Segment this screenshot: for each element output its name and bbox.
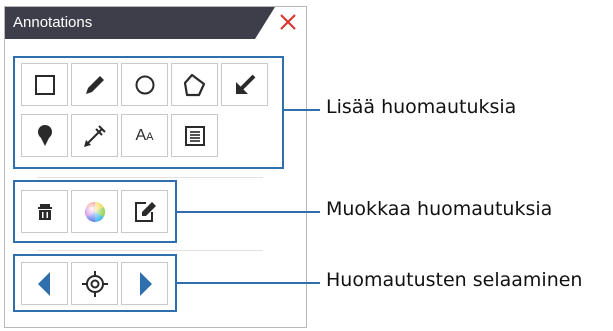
edit-button[interactable] xyxy=(121,190,168,233)
color-wheel-icon xyxy=(84,201,105,222)
delete-button[interactable] xyxy=(21,190,68,233)
next-icon xyxy=(139,271,152,296)
arrow-tool-button[interactable] xyxy=(221,63,268,106)
panel-title: Annotations xyxy=(13,14,93,31)
edit-icon xyxy=(134,201,156,222)
circle-icon xyxy=(135,75,154,94)
edit-annotations-group xyxy=(13,180,177,243)
add-annotations-group: AA xyxy=(13,56,284,169)
navigate-annotations-group xyxy=(13,254,177,312)
note-icon xyxy=(184,125,205,146)
close-button[interactable] xyxy=(271,9,303,37)
measure-icon xyxy=(83,124,106,147)
center-annotation-button[interactable] xyxy=(71,262,118,305)
text-icon: AA xyxy=(135,126,154,144)
previous-annotation-button[interactable] xyxy=(21,262,68,305)
note-tool-button[interactable] xyxy=(171,114,218,157)
pin-tool-button[interactable] xyxy=(21,114,68,157)
panel-titlebar: Annotations xyxy=(5,7,306,39)
polygon-icon xyxy=(183,73,205,96)
edit-annotations-leader xyxy=(176,211,320,213)
group-divider xyxy=(37,177,263,178)
navigate-annotations-callout: Huomautusten selaaminen xyxy=(326,269,583,291)
navigate-annotations-leader xyxy=(176,282,320,284)
pin-icon xyxy=(37,124,52,146)
polygon-tool-button[interactable] xyxy=(171,63,218,106)
next-annotation-button[interactable] xyxy=(121,262,168,305)
center-target-icon xyxy=(81,270,108,297)
previous-icon xyxy=(37,271,50,296)
rectangle-icon xyxy=(34,74,55,95)
pencil-icon xyxy=(85,75,104,94)
rectangle-tool-button[interactable] xyxy=(21,63,68,106)
close-icon xyxy=(280,14,296,30)
edit-annotations-callout: Muokkaa huomautuksia xyxy=(326,198,553,220)
annotations-panel: Annotations AA xyxy=(4,6,307,328)
color-button[interactable] xyxy=(71,190,118,233)
measure-tool-button[interactable] xyxy=(71,114,118,157)
pencil-tool-button[interactable] xyxy=(71,63,118,106)
arrow-icon xyxy=(235,74,255,94)
add-annotations-leader xyxy=(283,109,320,111)
circle-tool-button[interactable] xyxy=(121,63,168,106)
text-tool-button[interactable]: AA xyxy=(121,114,168,157)
trash-icon xyxy=(37,203,52,220)
add-annotations-callout: Lisää huomautuksia xyxy=(326,96,517,118)
group-divider xyxy=(37,250,263,251)
